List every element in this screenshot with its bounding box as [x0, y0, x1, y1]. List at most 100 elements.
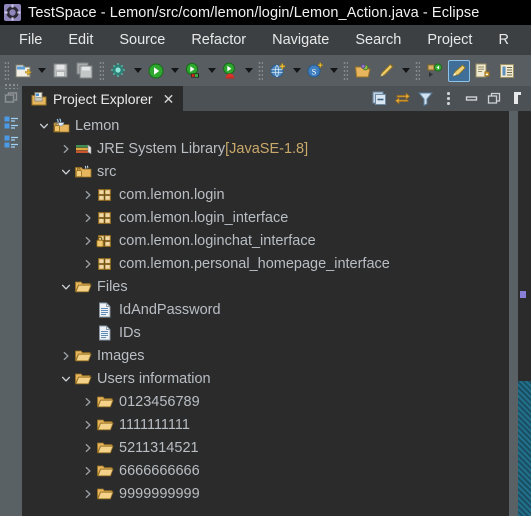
close-icon[interactable]: ✕ — [161, 91, 177, 107]
chevron-right-icon[interactable] — [80, 436, 96, 459]
chevron-right-icon[interactable] — [58, 344, 74, 367]
menu-bar: File Edit Source Refactor Navigate Searc… — [0, 25, 531, 55]
folder-open-icon — [96, 462, 114, 480]
tree-row[interactable]: 0123456789 — [22, 390, 509, 413]
tree-row[interactable]: Files — [22, 275, 509, 298]
project-explorer-fastview-icon[interactable] — [3, 114, 20, 131]
new-java-class-icon[interactable] — [108, 60, 130, 82]
maximize-icon[interactable] — [485, 89, 504, 108]
folder-open-icon — [74, 347, 92, 365]
tree-row-label: 0123456789 — [119, 393, 200, 410]
chevron-right-icon[interactable] — [80, 206, 96, 229]
project-explorer-fastview-icon-2[interactable] — [3, 133, 20, 150]
tree-row[interactable]: com.lemon.loginchat_interface — [22, 229, 509, 252]
restore-view-icon[interactable] — [3, 90, 20, 107]
last-edit-location-icon[interactable] — [472, 60, 494, 82]
workbench-body: Project Explorer ✕ Lemon JRE System Libr… — [0, 83, 531, 516]
tree-row[interactable]: src — [22, 160, 509, 183]
chevron-right-icon[interactable] — [80, 229, 96, 252]
chevron-right-icon[interactable] — [80, 183, 96, 206]
tree-row[interactable]: JRE System Library [JavaSE-1.8] — [22, 137, 509, 160]
save-icon[interactable] — [49, 60, 71, 82]
menu-item-search[interactable]: Search — [342, 30, 414, 50]
chevron-right-icon[interactable] — [80, 390, 96, 413]
new-java-class-dropdown-icon[interactable] — [131, 60, 144, 82]
tree-row-label: 1111111111 — [119, 416, 190, 433]
tree-row-suffix: [JavaSE-1.8] — [225, 140, 309, 157]
folder-open-icon — [96, 485, 114, 503]
chevron-right-icon[interactable] — [80, 413, 96, 436]
view-menu-icon[interactable] — [439, 89, 458, 108]
open-web-browser-dropdown-icon[interactable] — [290, 60, 303, 82]
menu-item-refactor[interactable]: Refactor — [178, 30, 259, 50]
tree-row[interactable]: com.lemon.personal_homepage_interface — [22, 252, 509, 275]
tree-row[interactable]: 6666666666 — [22, 459, 509, 482]
tree-row[interactable]: IdAndPassword — [22, 298, 509, 321]
menu-item-run[interactable]: R — [485, 30, 521, 50]
main-toolbar: S — [0, 55, 531, 86]
open-type-icon[interactable] — [352, 60, 374, 82]
tree-row[interactable]: Users information — [22, 367, 509, 390]
tree-row-label: 6666666666 — [119, 462, 200, 479]
outline-icon[interactable] — [496, 60, 518, 82]
debug-dropdown-icon[interactable] — [205, 60, 218, 82]
debug-icon[interactable] — [182, 60, 204, 82]
tree-row[interactable]: com.lemon.login_interface — [22, 206, 509, 229]
tree-row-label: com.lemon.login_interface — [119, 209, 289, 226]
tree-row-label: Lemon — [75, 117, 120, 134]
tree-row[interactable]: IDs — [22, 321, 509, 344]
chevron-down-icon[interactable] — [58, 275, 74, 298]
minimize-icon[interactable] — [462, 89, 481, 108]
new-wizard-icon[interactable] — [12, 60, 34, 82]
chevron-down-icon[interactable] — [36, 114, 52, 137]
tree-row[interactable]: Images — [22, 344, 509, 367]
menu-item-project[interactable]: Project — [414, 30, 485, 50]
open-web-browser-icon[interactable] — [267, 60, 289, 82]
java-project-icon — [52, 117, 70, 135]
chevron-down-icon[interactable] — [58, 160, 74, 183]
toolbar-separator-1 — [99, 61, 104, 80]
tree-row[interactable]: 9999999999 — [22, 482, 509, 505]
tree-row-label: src — [97, 163, 117, 180]
run-dropdown-icon[interactable] — [168, 60, 181, 82]
eclipse-icon — [4, 4, 21, 21]
save-all-icon[interactable] — [73, 60, 95, 82]
chevron-right-icon[interactable] — [80, 252, 96, 275]
folder-open-icon — [96, 393, 114, 411]
toolbar-separator-3 — [343, 61, 348, 80]
toolbar-grip[interactable] — [4, 61, 9, 80]
filter-icon[interactable] — [416, 89, 435, 108]
package-locked-icon — [96, 232, 114, 250]
tree-row[interactable]: Lemon — [22, 114, 509, 137]
tree-row[interactable]: 1111111111 — [22, 413, 509, 436]
edit-icon[interactable] — [376, 60, 398, 82]
chevron-down-icon[interactable] — [58, 367, 74, 390]
run-external-tools-icon[interactable] — [219, 60, 241, 82]
tree-row[interactable]: com.lemon.login — [22, 183, 509, 206]
svg-text:S: S — [312, 66, 317, 76]
chevron-right-icon[interactable] — [80, 482, 96, 505]
run-external-tools-dropdown-icon[interactable] — [242, 60, 255, 82]
link-with-editor-icon[interactable] — [393, 89, 412, 108]
collapse-all-icon[interactable] — [370, 89, 389, 108]
edit-dropdown-icon[interactable] — [399, 60, 412, 82]
project-tree[interactable]: Lemon JRE System Library [JavaSE-1.8] src c… — [22, 111, 509, 516]
pencil-highlight-icon[interactable] — [448, 59, 470, 82]
menu-item-edit[interactable]: Edit — [55, 30, 106, 50]
run-icon[interactable] — [145, 60, 167, 82]
tab-project-explorer[interactable]: Project Explorer ✕ — [22, 86, 184, 111]
menu-item-navigate[interactable]: Navigate — [259, 30, 342, 50]
next-annotation-icon[interactable] — [424, 60, 446, 82]
sash-divider[interactable] — [509, 86, 518, 516]
search-dropdown-icon[interactable] — [327, 60, 340, 82]
menu-item-file[interactable]: File — [6, 30, 55, 50]
search-icon[interactable]: S — [304, 60, 326, 82]
menu-item-source[interactable]: Source — [106, 30, 178, 50]
tree-row[interactable]: 5211314521 — [22, 436, 509, 459]
chevron-right-icon[interactable] — [58, 137, 74, 160]
package-icon — [96, 186, 114, 204]
new-wizard-dropdown-icon[interactable] — [35, 60, 48, 82]
editor-selection-block — [518, 381, 531, 516]
chevron-right-icon[interactable] — [80, 459, 96, 482]
